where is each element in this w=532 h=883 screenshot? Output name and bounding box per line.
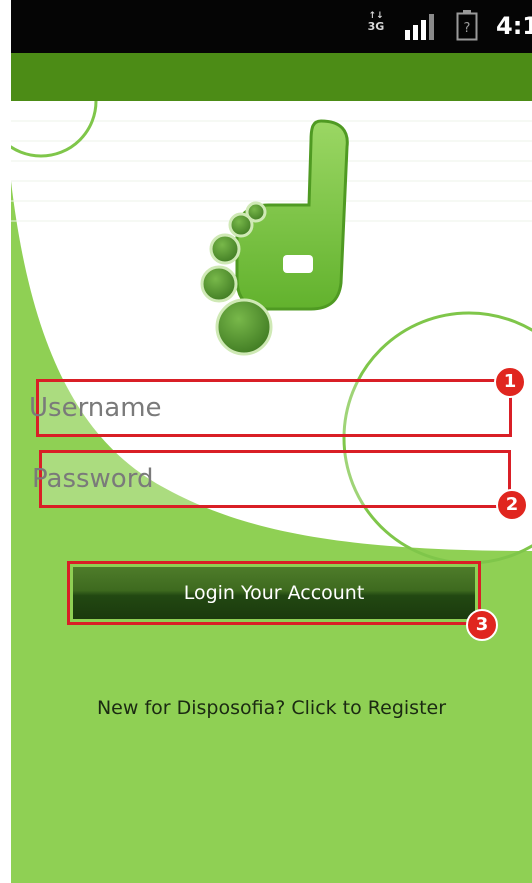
username-field[interactable] [29, 379, 512, 437]
annotation-badge-1: 1 [494, 366, 526, 398]
status-time: 4:10 [496, 12, 532, 40]
annotation-badge-3: 3 [466, 609, 498, 641]
annotation-badge-2: 2 [496, 489, 528, 521]
password-field[interactable] [32, 450, 511, 508]
login-button[interactable]: Login Your Account [73, 567, 475, 619]
svg-text:?: ? [464, 21, 471, 36]
register-link[interactable]: New for Disposofia? Click to Register [11, 697, 532, 719]
battery-icon: ? [456, 10, 478, 41]
login-button-highlight: Login Your Account [67, 561, 481, 625]
app-logo [200, 119, 349, 356]
username-input[interactable] [29, 382, 499, 434]
login-content: 1 2 Login Your Account 3 New for Disposo… [11, 101, 532, 883]
action-bar [11, 53, 532, 101]
app-screen: ↑↓ 3G ? 4:10 [0, 0, 532, 883]
status-bar: ↑↓ 3G ? 4:10 [11, 0, 532, 53]
network-3g-icon: ↑↓ 3G [365, 12, 387, 38]
signal-icon [405, 14, 434, 40]
password-input[interactable] [32, 453, 498, 505]
screen-left-margin [0, 0, 11, 883]
network-type-label: 3G [367, 20, 385, 33]
